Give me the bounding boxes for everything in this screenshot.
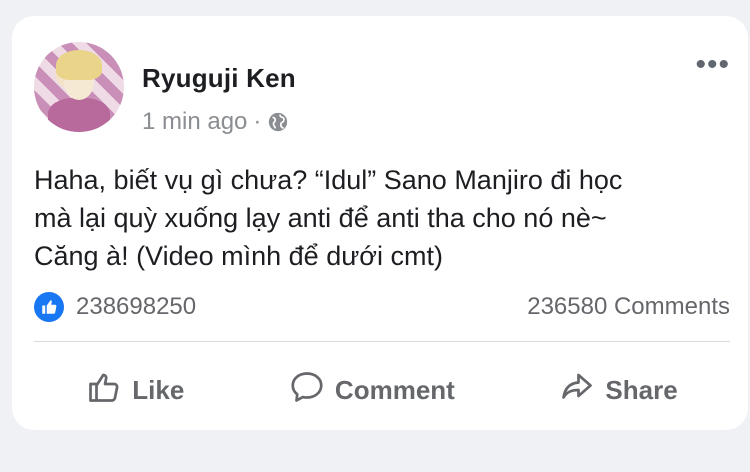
like-summary[interactable]: 238698250	[34, 292, 196, 322]
avatar[interactable]	[34, 42, 124, 132]
avatar-body-shape	[48, 98, 110, 132]
like-button-label: Like	[132, 374, 185, 405]
post-text-line: Căng à! (Video mình để dưới cmt)	[34, 241, 443, 271]
share-button-label: Share	[605, 374, 678, 405]
post-meta: 1 min ago ·	[142, 108, 289, 136]
comment-button-label: Comment	[334, 374, 455, 405]
comment-bubble-icon	[289, 369, 325, 412]
more-options-icon[interactable]: •••	[695, 50, 730, 80]
reaction-stats: 238698250 236580 Comments	[34, 292, 730, 322]
like-button[interactable]: Like	[86, 369, 184, 412]
post-text: Haha, biết vụ gì chưa? “Idul” Sano Manji…	[34, 161, 734, 275]
meta-separator: ·	[253, 108, 262, 135]
thumbs-up-icon	[86, 369, 122, 412]
comment-button[interactable]: Comment	[289, 369, 455, 412]
globe-icon[interactable]	[267, 111, 289, 133]
divider	[34, 341, 730, 342]
author-name[interactable]: Ryuguji Ken	[142, 63, 296, 94]
post-text-line: mà lại quỳ xuống lạy anti để anti tha ch…	[34, 203, 607, 233]
post-time[interactable]: 1 min ago	[142, 108, 247, 136]
post-card: Ryuguji Ken 1 min ago · ••• Haha, biết v…	[12, 16, 748, 430]
like-count: 238698250	[76, 293, 197, 320]
avatar-hair-shape	[56, 50, 102, 80]
action-bar: Like Comment Share	[34, 362, 730, 418]
share-button[interactable]: Share	[559, 369, 678, 412]
share-arrow-icon	[559, 369, 595, 412]
comment-count[interactable]: 236580 Comments	[527, 293, 730, 321]
post-text-line: Haha, biết vụ gì chưa? “Idul” Sano Manji…	[34, 165, 623, 195]
like-icon	[34, 292, 64, 322]
